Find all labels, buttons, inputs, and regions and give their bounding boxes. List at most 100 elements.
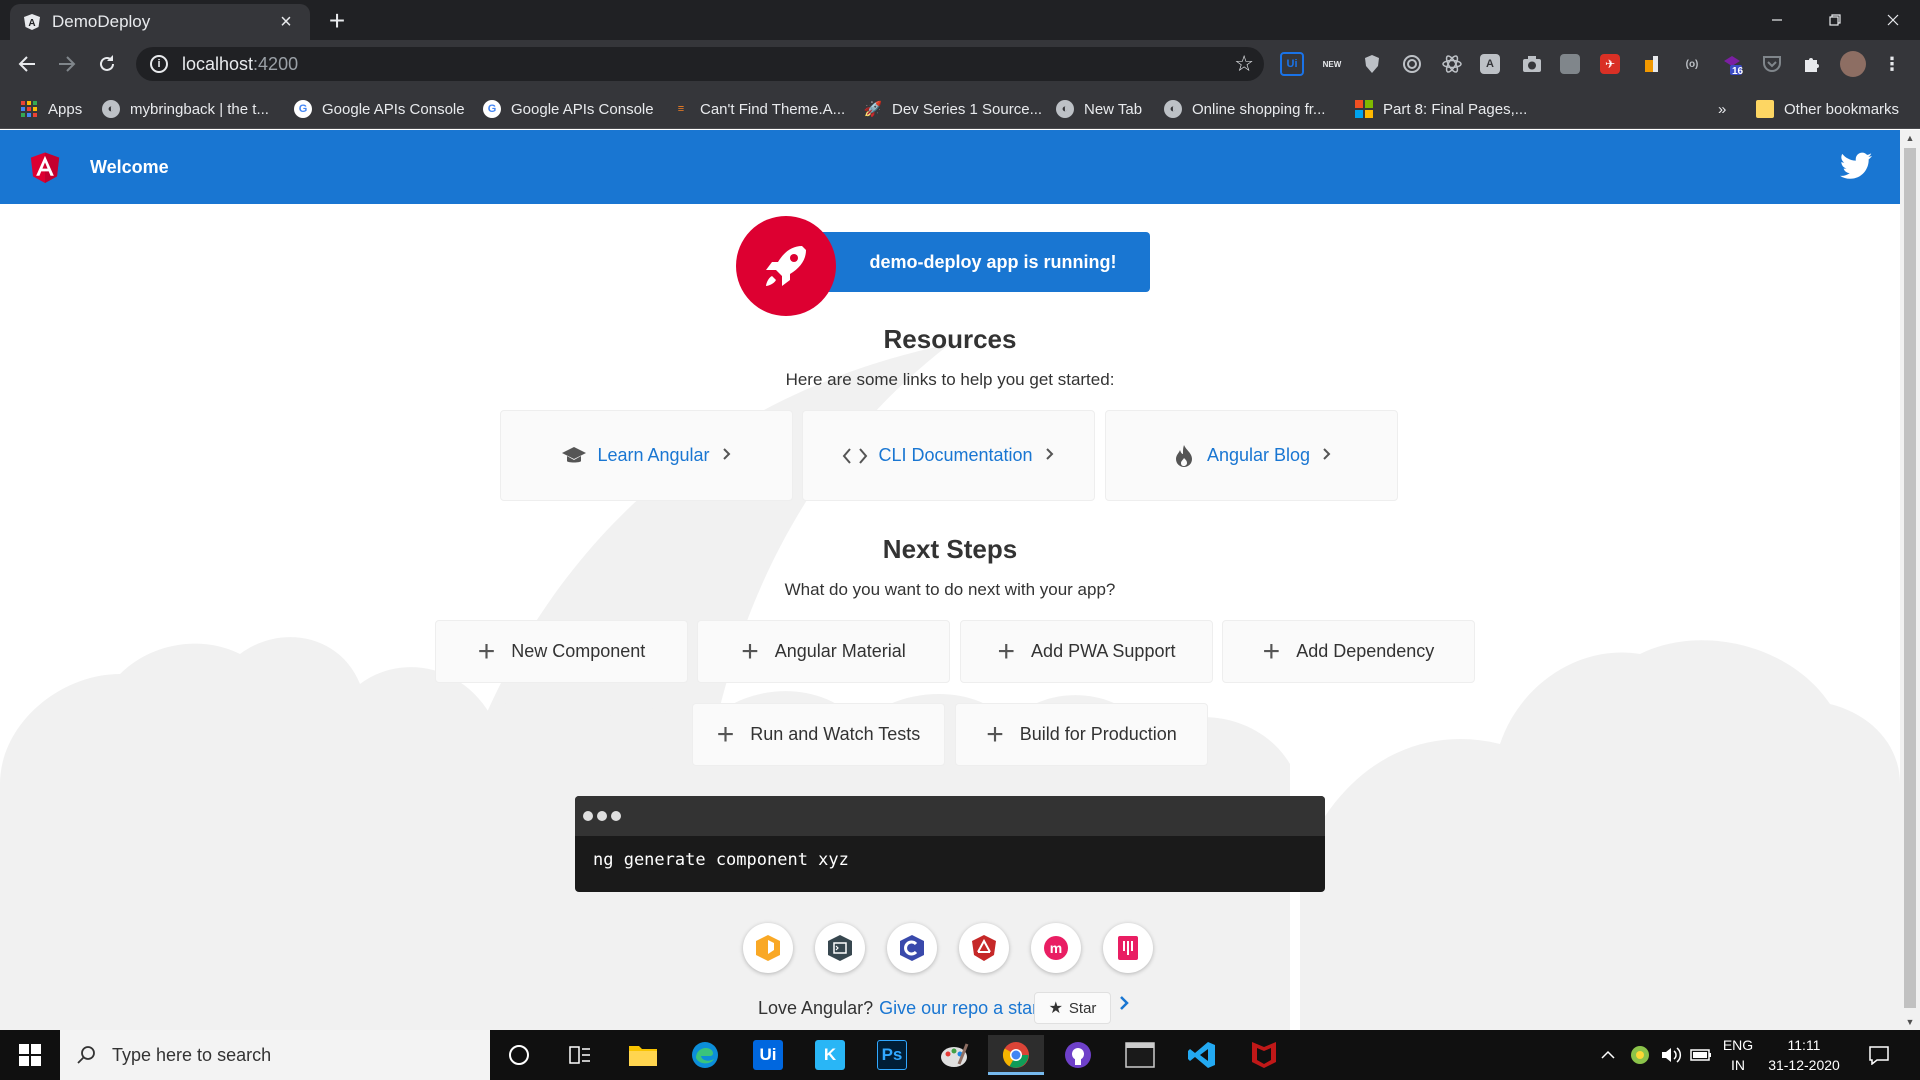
- chevron-right-icon[interactable]: [1118, 992, 1130, 1018]
- step-run-and-watch-tests[interactable]: + Run and Watch Tests: [692, 703, 945, 766]
- bookmark-item[interactable]: ◐ Online shopping fr...: [1164, 97, 1325, 121]
- extension-grey-icon[interactable]: [1560, 54, 1580, 74]
- restore-button[interactable]: [1806, 0, 1864, 40]
- task-view-icon[interactable]: [552, 1035, 608, 1075]
- language-indicator[interactable]: ENG IN: [1720, 1035, 1756, 1075]
- new-tab-button[interactable]: +: [322, 6, 352, 36]
- bookmark-item[interactable]: ◐ New Tab: [1056, 97, 1142, 121]
- taskbar-search-box[interactable]: Type here to search: [60, 1030, 490, 1080]
- chrome-icon[interactable]: [988, 1035, 1044, 1075]
- github-star-button[interactable]: ★ Star: [1034, 992, 1111, 1024]
- extension-orange-icon[interactable]: [1640, 52, 1664, 76]
- minimize-button[interactable]: [1748, 0, 1806, 40]
- extension-broadcast-icon[interactable]: (o): [1680, 52, 1704, 76]
- tab-title: DemoDeploy: [52, 12, 151, 31]
- back-button[interactable]: [12, 49, 42, 79]
- link-meetup-icon[interactable]: m: [1031, 923, 1081, 973]
- bookmarks-overflow-button[interactable]: »: [1718, 97, 1726, 121]
- extension-shield-icon[interactable]: [1360, 52, 1384, 76]
- bookmark-item[interactable]: Part 8: Final Pages,...: [1355, 97, 1527, 121]
- paint-icon[interactable]: [926, 1035, 982, 1075]
- link-protractor-icon[interactable]: [887, 923, 937, 973]
- uipath-icon[interactable]: Ui: [740, 1035, 796, 1075]
- active-app-indicator: [988, 1072, 1044, 1075]
- step-add-dependency[interactable]: + Add Dependency: [1222, 620, 1475, 683]
- extension-target-icon[interactable]: [1400, 52, 1424, 76]
- mcafee-icon[interactable]: [1236, 1035, 1292, 1075]
- windows-start-button[interactable]: [0, 1030, 60, 1080]
- stackoverflow-icon: ≡: [677, 103, 685, 115]
- extension-red-icon[interactable]: ✈: [1600, 54, 1620, 74]
- give-star-link[interactable]: Give our repo a star.: [879, 998, 1042, 1019]
- plus-icon: +: [1262, 634, 1281, 668]
- step-angular-material[interactable]: + Angular Material: [697, 620, 950, 683]
- love-text: Love Angular?: [758, 998, 874, 1018]
- other-bookmarks[interactable]: Other bookmarks: [1756, 97, 1899, 121]
- twitter-icon[interactable]: [1840, 152, 1872, 180]
- profile-avatar[interactable]: [1840, 51, 1866, 77]
- chevron-right-icon: [1322, 445, 1332, 466]
- bookmark-item[interactable]: G Google APIs Console: [483, 97, 654, 121]
- menu-kebab-icon[interactable]: ⋮: [1880, 52, 1904, 76]
- kotlin-ide-icon[interactable]: K: [802, 1035, 858, 1075]
- link-animations-icon[interactable]: [743, 923, 793, 973]
- address-bar[interactable]: i localhost:4200 ☆: [136, 47, 1264, 81]
- site-info-icon[interactable]: i: [150, 55, 168, 73]
- volume-icon[interactable]: [1660, 1030, 1682, 1080]
- file-explorer-icon[interactable]: [615, 1035, 671, 1075]
- link-angular-material-icon[interactable]: [959, 923, 1009, 973]
- close-window-button[interactable]: [1864, 0, 1920, 40]
- forward-button[interactable]: [52, 49, 82, 79]
- extension-badge-icon[interactable]: 16: [1720, 52, 1744, 77]
- step-label: Angular Material: [774, 641, 906, 661]
- github-desktop-icon[interactable]: [1050, 1035, 1106, 1075]
- star-icon: ★: [1048, 1000, 1063, 1017]
- graduation-cap-icon: [561, 443, 587, 469]
- scrollbar-thumb[interactable]: [1904, 148, 1916, 1008]
- photoshop-icon[interactable]: Ps: [864, 1035, 920, 1075]
- extension-pocket-icon[interactable]: [1760, 52, 1784, 76]
- scroll-up-icon[interactable]: ▲: [1900, 130, 1920, 146]
- card-angular-blog[interactable]: Angular Blog: [1105, 410, 1398, 501]
- plus-icon: +: [997, 634, 1016, 668]
- bookmark-item[interactable]: 🚀 Dev Series 1 Source...: [864, 97, 1042, 121]
- link-discord-icon[interactable]: [1103, 923, 1153, 973]
- card-cli-documentation[interactable]: CLI Documentation: [802, 410, 1095, 501]
- page-scrollbar[interactable]: ▲ ▼: [1900, 130, 1920, 1030]
- notifications-icon[interactable]: [1868, 1030, 1890, 1080]
- plus-icon: +: [716, 717, 735, 751]
- step-new-component[interactable]: + New Component: [435, 620, 688, 683]
- extensions-puzzle-icon[interactable]: [1800, 52, 1824, 76]
- card-learn-angular[interactable]: Learn Angular: [500, 410, 793, 501]
- extension-a-icon[interactable]: A: [1480, 54, 1500, 74]
- extension-new-icon[interactable]: NEW: [1320, 52, 1344, 76]
- battery-icon[interactable]: [1690, 1030, 1712, 1080]
- terminal-command: ng generate component xyz: [593, 850, 849, 870]
- tray-app-icon[interactable]: [1630, 1030, 1650, 1080]
- step-add-pwa-support[interactable]: + Add PWA Support: [960, 620, 1213, 683]
- bookmark-item[interactable]: G Google APIs Console: [294, 97, 465, 121]
- browser-tab[interactable]: A DemoDeploy ×: [10, 4, 310, 40]
- scroll-down-icon[interactable]: ▼: [1900, 1014, 1920, 1030]
- link-cli-icon[interactable]: [815, 923, 865, 973]
- tray-overflow-icon[interactable]: [1600, 1030, 1616, 1080]
- extension-react-icon[interactable]: [1440, 52, 1464, 76]
- app-toolbar: Welcome: [0, 130, 1900, 204]
- reload-button[interactable]: [92, 49, 122, 79]
- step-build-for-production[interactable]: + Build for Production: [955, 703, 1208, 766]
- terminal-block: ng generate component xyz: [575, 796, 1325, 892]
- edge-icon[interactable]: [677, 1035, 733, 1075]
- step-label: Add Dependency: [1296, 641, 1435, 661]
- vscode-icon[interactable]: [1174, 1035, 1230, 1075]
- bookmark-item[interactable]: ≡ Can't Find Theme.A...: [672, 97, 845, 121]
- bookmark-apps[interactable]: Apps: [20, 97, 82, 121]
- app-running-banner: demo-deploy app is running!: [800, 232, 1150, 292]
- tab-close-icon[interactable]: ×: [274, 11, 298, 34]
- bookmark-item[interactable]: ◐ mybringback | the t...: [102, 97, 269, 121]
- taskbar-clock[interactable]: 11:11 31-12-2020: [1764, 1035, 1844, 1075]
- cortana-icon[interactable]: [491, 1035, 547, 1075]
- terminal-app-icon[interactable]: [1112, 1035, 1168, 1075]
- extension-camera-icon[interactable]: [1520, 52, 1544, 76]
- extension-ui-icon[interactable]: Ui: [1280, 52, 1304, 76]
- bookmark-star-icon[interactable]: ☆: [1234, 51, 1254, 77]
